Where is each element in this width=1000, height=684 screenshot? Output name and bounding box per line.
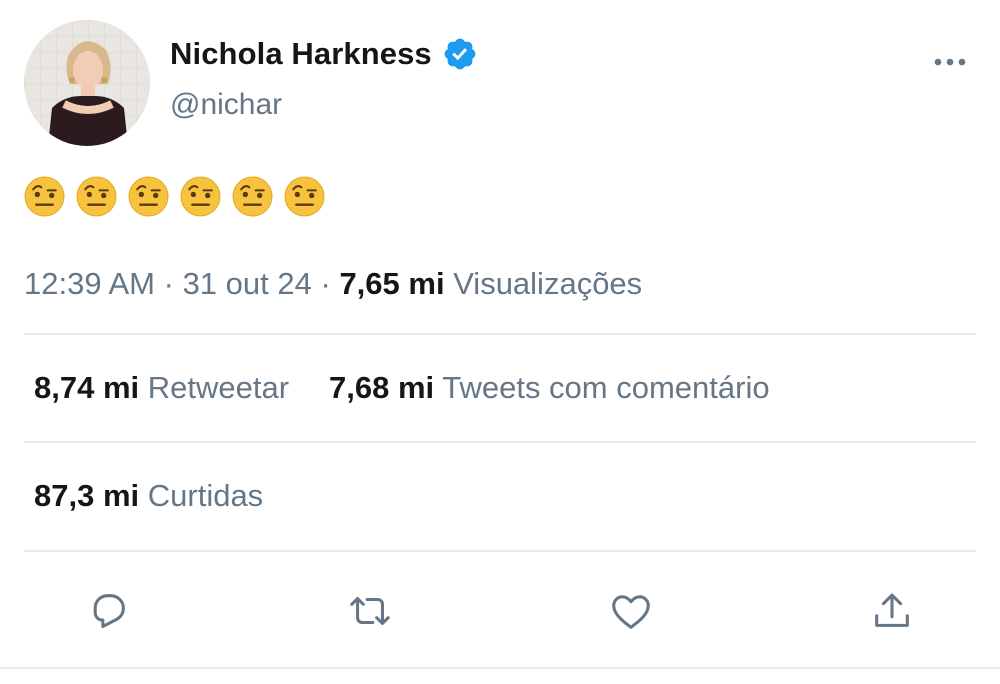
tweet-date[interactable]: 31 out 24 bbox=[183, 266, 312, 301]
face-with-raised-eyebrow-icon bbox=[76, 176, 117, 217]
retweets-count: 8,74 mi bbox=[34, 370, 140, 405]
likes-count: 87,3 mi bbox=[34, 478, 140, 513]
more-options-button[interactable] bbox=[930, 50, 970, 74]
face-with-raised-eyebrow-icon bbox=[284, 176, 325, 217]
author-name-row: Nichola Harkness bbox=[170, 32, 478, 76]
meta-separator: · bbox=[163, 266, 174, 301]
verified-badge-icon bbox=[444, 38, 476, 70]
stats-row-shares: 8,74 mi Retweetar 7,68 mi Tweets com com… bbox=[34, 370, 770, 406]
face-with-raised-eyebrow-icon bbox=[180, 176, 221, 217]
retweet-button[interactable] bbox=[345, 586, 395, 636]
face-with-raised-eyebrow-icon bbox=[128, 176, 169, 217]
author-display-name[interactable]: Nichola Harkness bbox=[170, 36, 432, 72]
stats-row-likes: 87,3 mi Curtidas bbox=[34, 478, 263, 514]
views-count: 7,65 mi bbox=[339, 266, 445, 301]
face-with-raised-eyebrow-icon bbox=[232, 176, 273, 217]
share-icon bbox=[875, 593, 909, 627]
meta-separator: · bbox=[320, 266, 331, 301]
tweet-time[interactable]: 12:39 AM bbox=[24, 266, 155, 301]
reply-icon bbox=[93, 594, 125, 629]
retweet-icon bbox=[350, 597, 390, 625]
divider bbox=[24, 333, 976, 335]
reply-button[interactable] bbox=[84, 586, 134, 636]
divider bbox=[24, 441, 976, 443]
tweet-action-bar bbox=[0, 586, 1000, 636]
retweets-label: Retweetar bbox=[147, 370, 290, 405]
likes-stat[interactable]: 87,3 mi Curtidas bbox=[34, 478, 263, 514]
divider bbox=[0, 667, 1000, 669]
heart-icon bbox=[612, 595, 650, 629]
avatar[interactable] bbox=[24, 20, 150, 146]
tweet-text bbox=[24, 176, 325, 217]
likes-label: Curtidas bbox=[147, 478, 264, 513]
retweets-stat[interactable]: 8,74 mi Retweetar bbox=[34, 370, 289, 406]
tweet-meta: 12:39 AM · 31 out 24 · 7,65 mi Visualiza… bbox=[24, 266, 642, 302]
quotes-count: 7,68 mi bbox=[329, 370, 435, 405]
more-dots-icon bbox=[934, 58, 966, 66]
author-handle[interactable]: @nichar bbox=[170, 88, 282, 122]
quotes-label: Tweets com comentário bbox=[442, 370, 770, 405]
divider bbox=[24, 550, 976, 552]
views-label: Visualizações bbox=[453, 266, 643, 301]
quotes-stat[interactable]: 7,68 mi Tweets com comentário bbox=[329, 370, 770, 406]
share-button[interactable] bbox=[867, 586, 917, 636]
face-with-raised-eyebrow-icon bbox=[24, 176, 65, 217]
like-button[interactable] bbox=[606, 586, 656, 636]
